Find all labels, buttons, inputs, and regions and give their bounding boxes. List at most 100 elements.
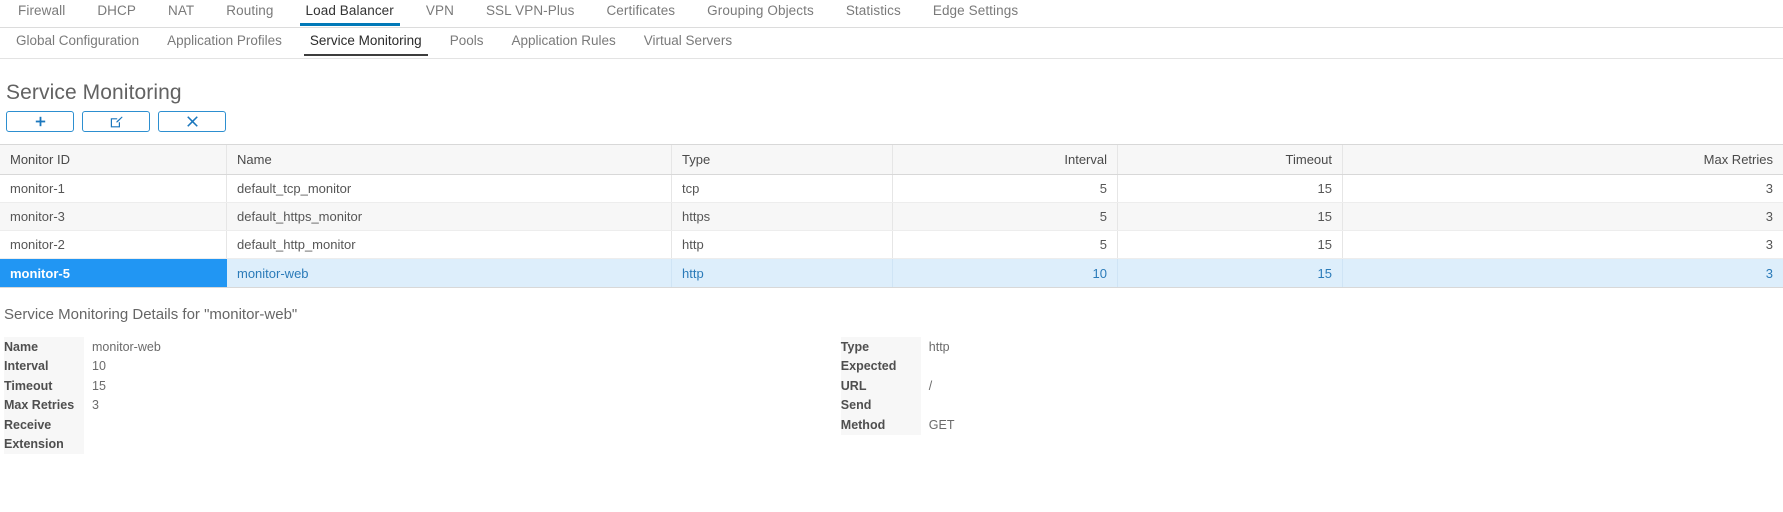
table-row[interactable]: monitor-1 default_tcp_monitor tcp 5 15 3 (0, 175, 1783, 203)
topnav-item-statistics[interactable]: Statistics (830, 0, 917, 26)
column-header-monitor-id[interactable]: Monitor ID (0, 145, 227, 174)
detail-row: Name monitor-web (4, 337, 161, 357)
topnav-item-ssl-vpn-plus[interactable]: SSL VPN-Plus (470, 0, 590, 26)
cell-monitor-id: monitor-5 (0, 259, 227, 287)
detail-label-send: Send (840, 395, 921, 415)
cell-interval: 10 (893, 259, 1118, 287)
page-title: Service Monitoring (6, 81, 182, 104)
detail-value-receive (84, 415, 92, 435)
column-header-type[interactable]: Type (672, 145, 893, 174)
detail-value-type: http (928, 339, 950, 354)
detail-label-expected: Expected (840, 356, 921, 376)
detail-row: Max Retries 3 (4, 395, 161, 415)
cell-interval: 5 (893, 203, 1118, 230)
cell-type: http (672, 259, 893, 287)
table-toolbar (6, 111, 1783, 132)
plus-icon (35, 116, 46, 127)
subnav-item-global-configuration[interactable]: Global Configuration (2, 28, 153, 56)
detail-row: Method GET (840, 415, 955, 435)
primary-navigation: Firewall DHCP NAT Routing Load Balancer VPN SS… (0, 0, 1783, 28)
detail-value-timeout: 15 (92, 378, 106, 393)
topnav-item-firewall[interactable]: Firewall (2, 0, 81, 26)
cell-name: default_http_monitor (227, 231, 672, 258)
detail-label-name: Name (4, 337, 84, 357)
topnav-item-certificates[interactable]: Certificates (590, 0, 691, 26)
cell-max-retries: 3 (1765, 265, 1773, 281)
detail-value-extension (84, 435, 92, 455)
topnav-item-edge-settings[interactable]: Edge Settings (917, 0, 1034, 26)
topnav-item-vpn[interactable]: VPN (410, 0, 470, 26)
close-x-icon (186, 116, 198, 127)
cell-type: https (672, 203, 893, 230)
cell-max-retries: 3 (1765, 209, 1773, 224)
subnav-item-virtual-servers[interactable]: Virtual Servers (630, 28, 746, 56)
cell-interval: 5 (893, 231, 1118, 258)
delete-monitor-button[interactable] (158, 111, 226, 132)
subnav-item-application-profiles[interactable]: Application Profiles (153, 28, 296, 56)
detail-value-max-retries: 3 (92, 398, 99, 413)
cell-name: monitor-web (227, 259, 672, 287)
detail-value-url: / (928, 378, 933, 393)
pencil-square-icon (110, 116, 123, 128)
detail-row: Send (840, 395, 955, 416)
cell-max-retries: 3 (1765, 237, 1773, 252)
subnav-item-pools[interactable]: Pools (436, 28, 498, 56)
edit-monitor-button[interactable] (82, 111, 150, 132)
column-header-name[interactable]: Name (227, 145, 672, 174)
detail-row: Type http (840, 337, 955, 357)
service-monitor-table: Monitor ID Name Type Interval Timeout Max Ret… (0, 144, 1783, 288)
cell-timeout: 15 (1118, 259, 1343, 287)
detail-label-url: URL (840, 376, 921, 396)
subnav-item-application-rules[interactable]: Application Rules (497, 28, 629, 56)
details-column-right: Type http Expected URL / Send Method GET (840, 337, 955, 454)
detail-label-interval: Interval (4, 356, 84, 376)
subnav-item-service-monitoring[interactable]: Service Monitoring (296, 28, 436, 56)
cell-type: tcp (672, 175, 893, 202)
column-header-max-retries[interactable]: Max Retries (1343, 145, 1783, 174)
detail-row: Extension (4, 434, 161, 455)
cell-monitor-id: monitor-3 (0, 203, 227, 230)
column-header-timeout[interactable]: Timeout (1118, 145, 1343, 174)
topnav-item-routing[interactable]: Routing (210, 0, 289, 26)
topnav-item-dhcp[interactable]: DHCP (81, 0, 152, 26)
detail-value-name: monitor-web (92, 339, 161, 354)
detail-label-type: Type (840, 337, 921, 357)
cell-interval: 5 (893, 175, 1118, 202)
cell-monitor-id: monitor-1 (0, 175, 227, 202)
cell-type: http (672, 231, 893, 258)
detail-label-max-retries: Max Retries (4, 395, 84, 415)
cell-name: default_tcp_monitor (227, 175, 672, 202)
details-panel: Name monitor-web Interval 10 Timeout 15 Max Re… (0, 337, 1783, 454)
detail-row: Interval 10 (4, 356, 161, 376)
detail-label-timeout: Timeout (4, 376, 84, 396)
table-row[interactable]: monitor-2 default_http_monitor http 5 15 3 (0, 231, 1783, 259)
detail-row: Timeout 15 (4, 376, 161, 396)
cell-timeout: 15 (1118, 231, 1343, 258)
detail-row: Expected (840, 356, 955, 377)
detail-value-expected (921, 357, 929, 377)
details-title: Service Monitoring Details for "monitor-… (4, 306, 298, 323)
topnav-item-grouping-objects[interactable]: Grouping Objects (691, 0, 830, 26)
cell-monitor-id: monitor-2 (0, 231, 227, 258)
detail-label-receive: Receive (4, 415, 84, 435)
cell-max-retries: 3 (1765, 181, 1773, 196)
details-column-left: Name monitor-web Interval 10 Timeout 15 Max Re… (4, 337, 161, 454)
topnav-item-load-balancer[interactable]: Load Balancer (290, 0, 410, 26)
cell-timeout: 15 (1118, 203, 1343, 230)
detail-label-extension: Extension (4, 434, 84, 454)
detail-row: URL / (840, 376, 955, 396)
cell-timeout: 15 (1118, 175, 1343, 202)
detail-value-method: GET (928, 417, 955, 432)
detail-value-interval: 10 (92, 359, 106, 374)
column-header-interval[interactable]: Interval (893, 145, 1118, 174)
table-header-row: Monitor ID Name Type Interval Timeout Max Ret… (0, 145, 1783, 175)
secondary-navigation: Global Configuration Application Profiles… (0, 28, 1783, 59)
detail-value-send (921, 396, 929, 416)
add-monitor-button[interactable] (6, 111, 74, 132)
table-row[interactable]: monitor-3 default_https_monitor https 5 15 3 (0, 203, 1783, 231)
detail-label-method: Method (840, 415, 921, 435)
cell-name: default_https_monitor (227, 203, 672, 230)
topnav-item-nat[interactable]: NAT (152, 0, 210, 26)
table-row[interactable]: monitor-5 monitor-web http 10 15 3 (0, 259, 1783, 287)
detail-row: Receive (4, 415, 161, 435)
